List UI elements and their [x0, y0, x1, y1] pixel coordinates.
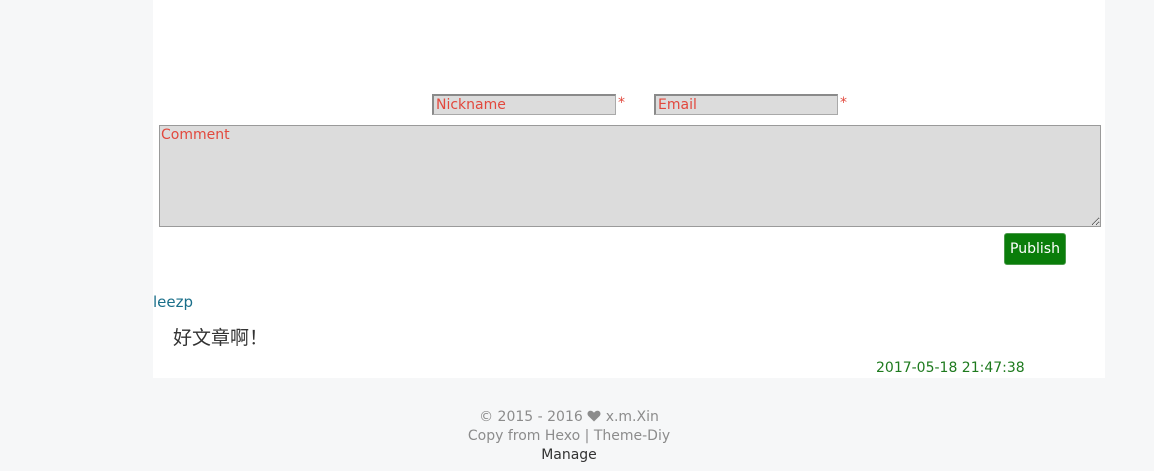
theme-link[interactable]: Theme-Diy: [594, 428, 670, 444]
owner-name: x.m.Xin: [605, 409, 659, 425]
email-field-wrap: *: [654, 94, 847, 116]
publish-button[interactable]: Publish: [1004, 233, 1066, 265]
footer-credits-line: Copy from Hexo | Theme-Diy: [0, 427, 1138, 446]
hexo-link[interactable]: Hexo: [545, 428, 580, 444]
email-required-mark: *: [840, 95, 847, 111]
comment-timestamp: 2017-05-18 21:47:38: [876, 360, 1025, 376]
comment-body: 好文章啊！: [173, 327, 269, 349]
manage-link[interactable]: Manage: [0, 446, 1138, 465]
page: * * Publish leezp 好文章啊！ 2017-05-18 21:47…: [0, 0, 1154, 471]
nickname-field-wrap: *: [432, 94, 625, 116]
copy-from-text: Copy from: [467, 428, 541, 444]
footer: © 2015 - 2016 x.m.Xin Copy from Hexo | T…: [0, 408, 1138, 465]
footer-separator: |: [584, 428, 590, 444]
nickname-input[interactable]: [432, 94, 616, 115]
comment-author[interactable]: leezp: [153, 293, 193, 311]
footer-copyright-line: © 2015 - 2016 x.m.Xin: [0, 408, 1138, 427]
email-input[interactable]: [654, 94, 838, 115]
comment-textarea[interactable]: [159, 125, 1101, 227]
nickname-required-mark: *: [618, 95, 625, 111]
heart-icon: [587, 409, 605, 425]
copyright-text: © 2015 - 2016: [479, 409, 583, 425]
